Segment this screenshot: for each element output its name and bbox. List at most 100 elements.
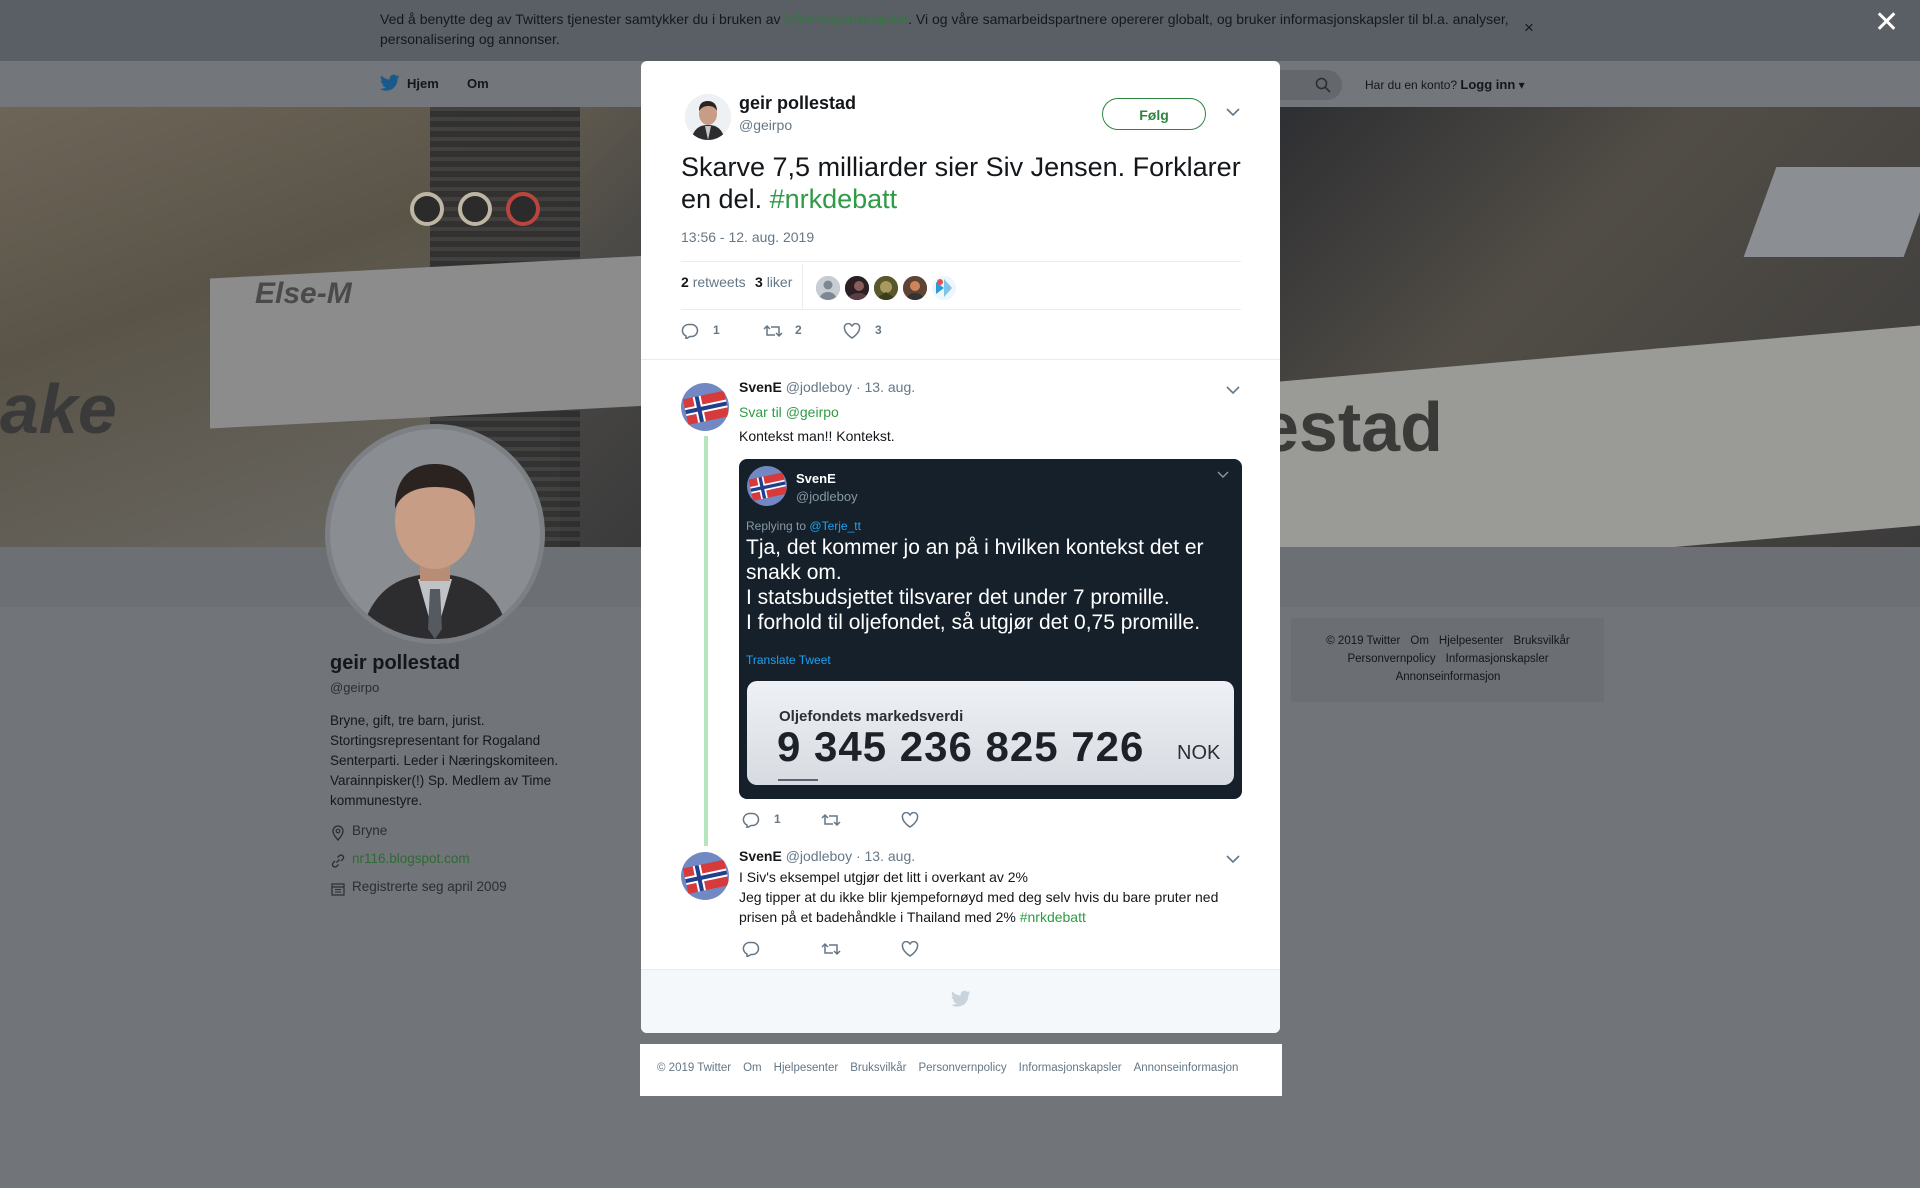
footer-link[interactable]: Om [1410, 635, 1429, 647]
reply-to-label: Svar til [739, 404, 782, 420]
reply-author-handle[interactable]: @jodleboy [786, 848, 852, 864]
author-name[interactable]: geir pollestad [739, 93, 856, 114]
footer-link[interactable]: Informasjonskapsler [1446, 653, 1549, 665]
retweet-icon [821, 942, 841, 956]
liker-avatar[interactable] [872, 274, 900, 302]
footer-link[interactable]: © 2019 Twitter [1326, 635, 1400, 647]
retweet-icon [763, 324, 783, 338]
nav-home-link[interactable]: Hjem [407, 76, 439, 91]
liker-avatar[interactable] [901, 274, 929, 302]
author-handle[interactable]: @geirpo [739, 117, 792, 133]
avatar-photo [874, 276, 898, 300]
reply-author-name[interactable]: SvenE [739, 848, 782, 864]
chevron-down-icon[interactable] [1226, 107, 1240, 117]
footer-link[interactable]: Bruksvilkår [850, 1062, 906, 1074]
author-avatar[interactable] [685, 94, 731, 140]
norway-flag-avatar [747, 466, 787, 506]
footer-link[interactable]: Hjelpesenter [1439, 635, 1504, 647]
chevron-down-icon[interactable]: ▾ [1519, 78, 1525, 92]
nav-about-link[interactable]: Om [467, 76, 489, 91]
footer-link[interactable]: Informasjonskapsler [1019, 1062, 1122, 1074]
footer-link[interactable]: Bruksvilkår [1513, 635, 1569, 647]
reply-header: SvenE @jodleboy · 13. aug. [739, 379, 915, 395]
heart-icon [843, 323, 861, 339]
cover-jack [506, 192, 540, 226]
mention-link[interactable]: @geirpo [786, 404, 839, 420]
account-prompt-text: Har du en konto? [1365, 78, 1458, 92]
avatar-photo [845, 276, 869, 300]
avatar-photo [903, 276, 927, 300]
twitter-bird-icon[interactable] [380, 74, 400, 92]
like-stats[interactable]: 3 liker [755, 274, 792, 290]
reply-icon [742, 941, 760, 957]
footer-link[interactable]: © 2019 Twitter [657, 1062, 731, 1074]
reply-to-line: Svar til @geirpo [739, 402, 1239, 422]
calendar-icon [331, 883, 345, 896]
retweet-count: 2 [795, 323, 802, 337]
close-modal-button[interactable]: ✕ [1874, 8, 1899, 38]
reply-avatar[interactable] [681, 383, 729, 431]
profile-bio: Bryne, gift, tre barn, jurist. Stortings… [330, 713, 559, 808]
footer-link[interactable]: Personvernpolicy [1347, 653, 1435, 665]
liker-avatar[interactable] [843, 274, 871, 302]
retweets-label: retweets [692, 274, 746, 290]
likes-count: 3 [755, 274, 763, 290]
heart-icon [901, 941, 919, 957]
embed-replying-label: Replying to [746, 519, 807, 533]
divider [641, 359, 1280, 360]
tweet-modal: geir pollestad @geirpo Følg Skarve 7,5 m… [641, 61, 1280, 1033]
reply-date[interactable]: · 13. aug. [856, 848, 915, 864]
chevron-down-icon[interactable] [1226, 385, 1240, 395]
reply-count: 1 [774, 812, 781, 826]
profile-name[interactable]: geir pollestad [330, 652, 460, 675]
reply-author-handle[interactable]: @jodleboy [786, 379, 852, 395]
chevron-down-icon[interactable] [1226, 854, 1240, 864]
cookie-text-before: Ved å benytte deg av Twitters tjenester … [380, 11, 785, 27]
cover-nameplate-text: Else-M [255, 277, 352, 310]
reply-author-name[interactable]: SvenE [739, 379, 782, 395]
cover-laptop [1743, 167, 1920, 257]
embed-translate-link: Translate Tweet [746, 653, 831, 667]
follow-button[interactable]: Følg [1102, 98, 1206, 130]
cookie-policy-link[interactable]: informasjonskapsler [784, 11, 908, 27]
footer-link[interactable]: Om [743, 1062, 762, 1074]
cookie-close-button[interactable]: × [1524, 18, 1534, 38]
cover-jack [458, 192, 492, 226]
search-icon[interactable] [1315, 77, 1331, 93]
hashtag-link[interactable]: #nrkdebatt [1020, 909, 1086, 925]
footer-link[interactable]: Hjelpesenter [774, 1062, 839, 1074]
reply-text: I Siv's eksempel utgjør det litt i overk… [739, 867, 1239, 927]
tweet-timestamp[interactable]: 13:56 - 12. aug. 2019 [681, 229, 814, 245]
liker-avatar[interactable] [814, 274, 842, 302]
embed-author-handle: @jodleboy [796, 489, 858, 504]
profile-handle[interactable]: @geirpo [330, 680, 379, 695]
profile-url-text[interactable]: nr116.blogspot.com [352, 851, 470, 866]
twitter-bird-icon [951, 990, 971, 1007]
reply-date[interactable]: · 13. aug. [856, 379, 915, 395]
reply-icon [742, 812, 760, 828]
heart-icon [901, 812, 919, 828]
footer-link[interactable]: Personvernpolicy [918, 1062, 1006, 1074]
reply-text: Kontekst man!! Kontekst. [739, 428, 895, 444]
embed-avatar [747, 466, 787, 506]
retweet-stats[interactable]: 2 retweets [681, 274, 746, 290]
profile-avatar[interactable] [325, 424, 545, 644]
location-pin-icon [332, 825, 344, 841]
embed-card-value: 9 345 236 825 726 [777, 723, 1145, 770]
embed-mention: @Terje_tt [809, 519, 861, 533]
embed-text: Tja, det kommer jo an på i hvilken konte… [746, 536, 1204, 634]
thread-line [704, 436, 708, 846]
liker-avatar[interactable] [930, 274, 958, 302]
bottom-footer-links: © 2019 Twitter Om Hjelpesenter Bruksvilkår P… [657, 1062, 1250, 1074]
embedded-screenshot[interactable]: SvenE @jodleboy Replying to @Terje_tt Tj… [739, 459, 1242, 799]
footer-link[interactable]: Annonseinformasjon [1396, 671, 1501, 683]
reply-avatar[interactable] [681, 852, 729, 900]
reply-count: 1 [713, 323, 720, 337]
hashtag-link[interactable]: #nrkdebatt [770, 184, 898, 214]
norway-flag-avatar [681, 383, 729, 431]
divider [681, 309, 1241, 310]
login-link[interactable]: Logg inn [1460, 77, 1515, 92]
footer-link[interactable]: Annonseinformasjon [1134, 1062, 1239, 1074]
tweet-text-body: Skarve 7,5 milliarder sier Siv Jensen. F… [681, 152, 1241, 214]
embed-replying-to: Replying to @Terje_tt [746, 519, 861, 533]
